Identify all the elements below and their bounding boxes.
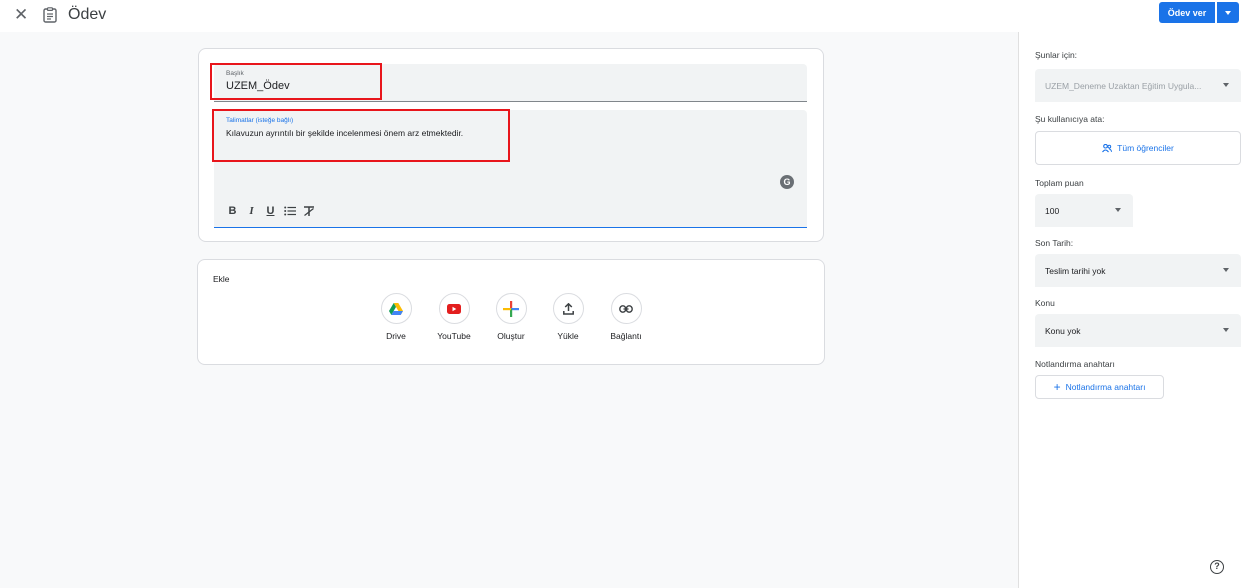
due-date-select[interactable]: Teslim tarihi yok — [1035, 254, 1241, 287]
underline-button[interactable]: U — [261, 203, 280, 219]
points-label: Toplam puan — [1035, 178, 1084, 188]
assign-options-chevron-down-icon[interactable] — [1217, 2, 1239, 23]
people-icon — [1102, 143, 1113, 152]
topic-select[interactable]: Konu yok — [1035, 314, 1241, 347]
points-select[interactable]: 100 — [1035, 194, 1133, 227]
all-students-label: Tüm öğrenciler — [1117, 143, 1174, 153]
attach-link[interactable]: Bağlantı — [603, 293, 649, 341]
close-icon[interactable]: ✕ — [14, 5, 28, 25]
youtube-icon — [447, 303, 461, 314]
assignment-icon — [43, 7, 57, 23]
attach-youtube[interactable]: YouTube — [431, 293, 477, 341]
clear-formatting-icon — [303, 205, 314, 216]
instructions-highlight-box — [212, 109, 510, 162]
assign-to-label: Şu kullanıcıya ata: — [1035, 114, 1105, 124]
all-students-button[interactable]: Tüm öğrenciler — [1035, 131, 1241, 165]
points-value: 100 — [1045, 205, 1060, 216]
bold-button[interactable]: B — [223, 203, 242, 219]
attach-create[interactable]: Oluştur — [488, 293, 534, 341]
attach-upload-label: Yükle — [557, 331, 579, 341]
create-button[interactable] — [495, 293, 527, 324]
clear-formatting-button[interactable] — [299, 203, 318, 219]
chevron-down-icon — [1223, 268, 1229, 272]
add-rubric-button[interactable]: + Notlandırma anahtarı — [1035, 375, 1164, 399]
drive-icon — [389, 302, 403, 315]
youtube-button[interactable] — [438, 293, 470, 324]
due-date-label: Son Tarih: — [1035, 238, 1074, 248]
topic-value: Konu yok — [1045, 325, 1081, 336]
due-date-value: Teslim tarihi yok — [1045, 265, 1106, 276]
title-highlight-box — [210, 63, 382, 100]
settings-sidebar: Şunlar için: UZEM_Deneme Uzaktan Eğitim … — [1018, 32, 1252, 588]
chevron-down-icon — [1223, 83, 1229, 87]
plus-icon: + — [1053, 380, 1061, 394]
attach-create-label: Oluştur — [497, 331, 525, 341]
formatting-toolbar: B I U — [223, 203, 318, 219]
attach-upload[interactable]: Yükle — [545, 293, 591, 341]
add-rubric-label: Notlandırma anahtarı — [1065, 382, 1146, 392]
chevron-down-icon — [1223, 328, 1229, 332]
attach-link-label: Bağlantı — [610, 331, 642, 341]
for-class-label: Şunlar için: — [1035, 50, 1078, 60]
class-select-value: UZEM_Deneme Uzaktan Eğitim Uygula... — [1045, 80, 1202, 91]
attach-youtube-label: YouTube — [437, 331, 471, 341]
assign-button[interactable]: Ödev ver — [1159, 2, 1215, 23]
link-icon — [619, 304, 633, 313]
upload-icon — [562, 302, 574, 315]
upload-button[interactable] — [552, 293, 584, 324]
bulleted-list-button[interactable] — [280, 203, 299, 219]
link-button[interactable] — [610, 293, 642, 324]
attach-drive-label: Drive — [386, 331, 406, 341]
class-select: UZEM_Deneme Uzaktan Eğitim Uygula... — [1035, 69, 1241, 102]
help-icon[interactable]: ? — [1210, 560, 1224, 574]
chevron-down-icon — [1115, 208, 1121, 212]
attachments-card: Ekle Drive YouTube Oluştur Yükle Bağlant… — [197, 259, 825, 365]
drive-button[interactable] — [380, 293, 412, 324]
top-bar: ✕ Ödev Ödev ver — [0, 0, 1252, 32]
attach-drive[interactable]: Drive — [373, 293, 419, 341]
page-title: Ödev — [68, 6, 107, 23]
topic-label: Konu — [1035, 298, 1055, 308]
rubric-label: Notlandırma anahtarı — [1035, 359, 1115, 369]
attach-section-label: Ekle — [213, 274, 230, 284]
create-icon — [503, 300, 519, 317]
grammarly-icon[interactable]: G — [780, 175, 794, 189]
italic-button[interactable]: I — [242, 203, 261, 219]
bulleted-list-icon — [283, 206, 296, 216]
